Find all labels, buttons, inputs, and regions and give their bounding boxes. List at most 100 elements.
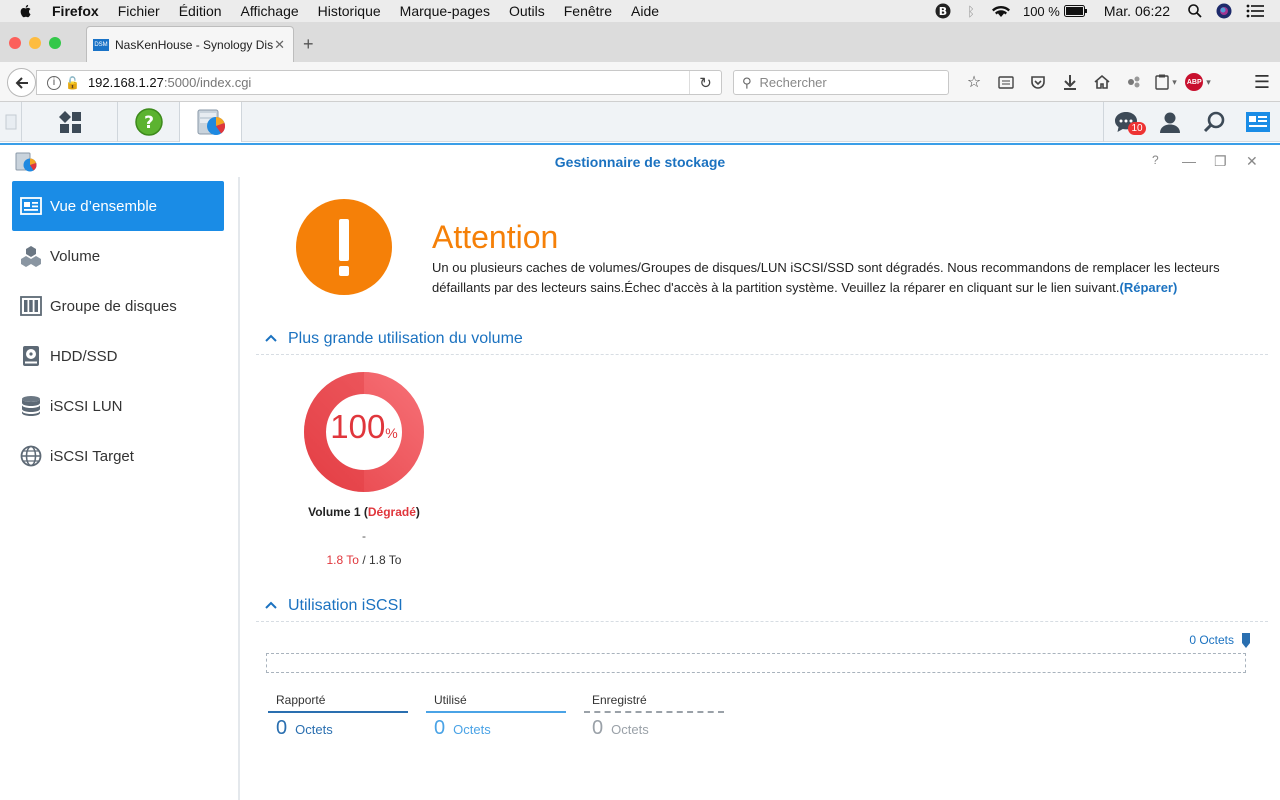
window-minimize-icon[interactable]: — xyxy=(1182,153,1196,169)
stat-unit: Octets xyxy=(453,722,491,737)
insecure-lock-icon[interactable]: 🔓 xyxy=(65,76,80,90)
menu-affichage[interactable]: Affichage xyxy=(241,3,299,19)
main-menu-button[interactable] xyxy=(22,102,118,142)
bookmark-star-icon[interactable]: ☆ xyxy=(958,71,990,93)
donut-percent: 100% xyxy=(304,408,424,446)
volume-icon xyxy=(20,245,42,267)
stat-unit: Octets xyxy=(611,722,649,737)
sidebar-item-hdd-ssd[interactable]: HDD/SSD xyxy=(12,331,224,381)
volume-usage-donut[interactable]: 100% xyxy=(304,372,424,492)
notifications-button[interactable]: 10 xyxy=(1104,102,1148,142)
disk-group-icon xyxy=(20,295,42,317)
alert-message-block: Un ou plusieurs caches de volumes/Groupe… xyxy=(432,258,1262,298)
sidebar-item-disk-group[interactable]: Groupe de disques xyxy=(12,281,224,331)
tab-title: NasKenHouse - Synology DiskStation xyxy=(115,37,273,52)
alert-message: Un ou plusieurs caches de volumes/Groupe… xyxy=(432,260,1220,295)
volume-name-status[interactable]: Volume 1 (Dégradé) xyxy=(264,505,464,519)
window-title-bar[interactable]: Gestionnaire de stockage ? — ❐ ✕ xyxy=(0,143,1280,177)
search-button[interactable] xyxy=(1192,102,1236,142)
search-input[interactable]: ⚲ Rechercher xyxy=(733,70,949,95)
zoom-window-button[interactable] xyxy=(49,37,61,49)
user-button[interactable] xyxy=(1148,102,1192,142)
menu-hamburger-icon[interactable]: ☰ xyxy=(1254,72,1270,93)
sidebar-item-label: iSCSI LUN xyxy=(50,397,123,415)
chevron-up-icon xyxy=(265,334,277,342)
menu-historique[interactable]: Historique xyxy=(318,3,381,19)
donut-percent-value: 100 xyxy=(330,408,386,445)
downloads-icon[interactable] xyxy=(1054,71,1086,93)
stat-label: Enregistré xyxy=(592,693,647,707)
stat-line xyxy=(426,711,566,713)
menu-app-name[interactable]: Firefox xyxy=(52,3,99,19)
sidebar-item-iscsi-target[interactable]: iSCSI Target xyxy=(12,431,224,481)
url-bar[interactable]: i 🔓 192.168.1.27:5000/index.cgi ↻ xyxy=(36,70,722,95)
dsm-help-app-button[interactable]: ? xyxy=(118,102,180,142)
iscsi-usage-section-header[interactable]: Utilisation iSCSI xyxy=(256,594,1268,622)
iscsi-usage-bar xyxy=(266,653,1246,673)
wifi-icon[interactable] xyxy=(991,4,1011,18)
iscsi-stat-saved: Enregistré 0 Octets xyxy=(584,693,724,740)
iscsi-lun-icon xyxy=(20,395,42,417)
close-window-button[interactable] xyxy=(9,37,21,49)
sidebar-item-label: iSCSI Target xyxy=(50,447,134,465)
sidebar-item-iscsi-lun[interactable]: iSCSI LUN xyxy=(12,381,224,431)
iscsi-usage-section-title: Utilisation iSCSI xyxy=(288,597,403,614)
menu-fichier[interactable]: Fichier xyxy=(118,3,160,19)
reader-list-icon[interactable] xyxy=(990,71,1022,93)
apple-icon[interactable] xyxy=(18,3,34,19)
spotlight-icon[interactable] xyxy=(1188,4,1202,18)
volume-usage-section-header[interactable]: Plus grande utilisation du volume xyxy=(256,327,1268,355)
stat-unit: Octets xyxy=(295,722,333,737)
menu-fenetre[interactable]: Fenêtre xyxy=(564,3,612,19)
extension-icon[interactable] xyxy=(1118,71,1150,93)
site-info-icon[interactable]: i xyxy=(47,75,61,90)
browser-tab[interactable]: DSM NasKenHouse - Synology DiskStation ✕ xyxy=(86,26,294,62)
warning-icon xyxy=(296,199,392,295)
sidebar-item-overview[interactable]: Vue d’ensemble xyxy=(12,181,224,231)
svg-text:?: ? xyxy=(144,113,154,133)
minimize-window-button[interactable] xyxy=(29,37,41,49)
clock[interactable]: Mar. 06:22 xyxy=(1104,3,1170,19)
battery-icon[interactable] xyxy=(1063,5,1088,17)
menu-marque-pages[interactable]: Marque-pages xyxy=(400,3,490,19)
window-help-icon[interactable]: ? xyxy=(1152,153,1159,167)
browser-tab-bar: DSM NasKenHouse - Synology DiskStation ✕… xyxy=(0,22,1280,62)
widgets-icon xyxy=(1246,112,1270,132)
bluetooth-icon[interactable]: ᛒ xyxy=(967,4,975,19)
window-close-icon[interactable]: ✕ xyxy=(1246,153,1258,170)
battery-percent: 100 % xyxy=(1022,3,1060,19)
stat-label: Utilisé xyxy=(434,693,467,707)
back-button[interactable] xyxy=(7,68,36,97)
show-desktop-button[interactable] xyxy=(0,102,22,142)
widgets-button[interactable] xyxy=(1236,102,1280,142)
notification-center-icon[interactable] xyxy=(1246,4,1264,18)
clipboard-icon[interactable]: ▾ xyxy=(1150,71,1182,93)
sidebar-item-label: Volume xyxy=(50,247,101,265)
new-tab-button[interactable]: + xyxy=(303,34,314,55)
window-restore-icon[interactable]: ❐ xyxy=(1214,153,1227,170)
sidebar: Vue d’ensemble Volume Groupe de disques … xyxy=(0,177,240,800)
repair-link[interactable]: (Réparer) xyxy=(1120,280,1178,295)
overview-icon xyxy=(20,195,42,217)
browser-nav-bar: i 🔓 192.168.1.27:5000/index.cgi ↻ ⚲ Rech… xyxy=(0,62,1280,102)
sidebar-item-volume[interactable]: Volume xyxy=(12,231,224,281)
home-icon[interactable] xyxy=(1086,71,1118,93)
notification-badge: 10 xyxy=(1128,122,1146,135)
menu-aide[interactable]: Aide xyxy=(631,3,659,19)
storage-manager-app-button[interactable] xyxy=(180,102,242,142)
bitcoin-icon[interactable]: B xyxy=(935,3,951,19)
stat-value: 0 xyxy=(592,717,604,739)
storage-manager-icon xyxy=(197,109,225,135)
volume-used: 1.8 To xyxy=(326,553,359,567)
pocket-icon[interactable] xyxy=(1022,71,1054,93)
url-host: 192.168.1.27 xyxy=(87,75,164,90)
adblock-plus-icon[interactable]: ABP ▾ xyxy=(1182,71,1214,93)
search-icon: ⚲ xyxy=(742,74,752,90)
sidebar-item-label: Groupe de disques xyxy=(50,297,177,315)
close-tab-icon[interactable]: ✕ xyxy=(274,37,285,53)
menu-edition[interactable]: Édition xyxy=(179,3,222,19)
siri-icon[interactable] xyxy=(1216,3,1232,19)
sidebar-item-label: Vue d’ensemble xyxy=(50,197,158,215)
reload-icon[interactable]: ↻ xyxy=(689,71,721,94)
menu-outils[interactable]: Outils xyxy=(509,3,545,19)
